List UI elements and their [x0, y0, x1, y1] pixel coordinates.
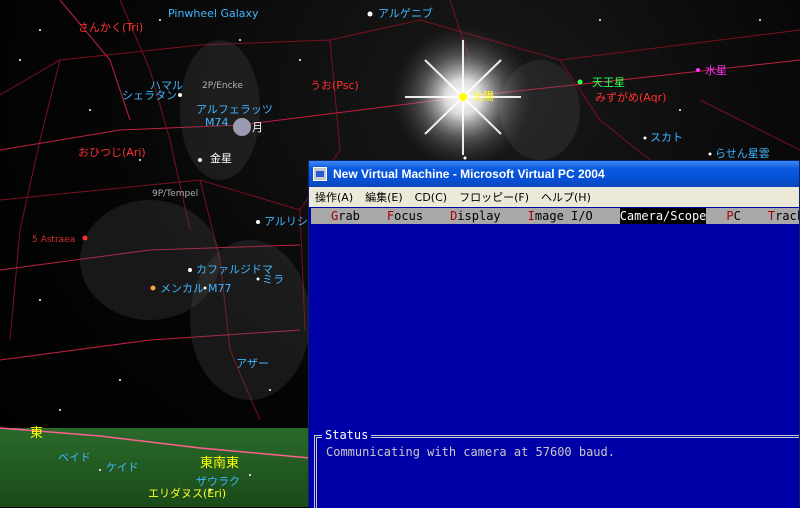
mercury-label: 水星: [705, 64, 727, 77]
menu-cd[interactable]: CD(C): [409, 191, 453, 204]
menkar-label: メンカル: [160, 282, 204, 295]
constellation-triangulum: さんかく(Tri): [78, 21, 144, 34]
status-title: Status: [322, 428, 372, 442]
m77-label: M77: [208, 282, 232, 295]
moon-disc: [233, 118, 251, 136]
dos-menu-grab[interactable]: Grab: [311, 208, 367, 224]
window-titlebar[interactable]: New Virtual Machine - Microsoft Virtual …: [309, 161, 799, 187]
pinwheel-galaxy-label: Pinwheel Galaxy: [168, 7, 259, 20]
alpheratz-label: アルフェラッツ: [196, 103, 273, 116]
constellation-aries: おひつじ(Ari): [78, 146, 146, 159]
virtual-pc-window[interactable]: New Virtual Machine - Microsoft Virtual …: [308, 160, 800, 508]
venus-label: 金星: [210, 152, 232, 165]
menu-edit[interactable]: 編集(E): [359, 189, 409, 205]
dos-menu-focus[interactable]: Focus: [367, 208, 430, 224]
sheratan-label: シェラタン: [122, 89, 177, 102]
virtual-pc-icon[interactable]: [313, 167, 327, 181]
dos-menu-tracking[interactable]: Tracking: [748, 208, 799, 224]
dos-menu-image-io[interactable]: Image I/O: [508, 208, 600, 224]
dos-menu-camera-scope[interactable]: Camera/Scope: [619, 208, 707, 224]
direction-ese: 東南東: [200, 456, 240, 471]
asteroid-astraea-label: 5 Astraea: [32, 235, 76, 245]
direction-east: 東: [30, 426, 44, 441]
status-message: Communicating with camera at 57600 baud.: [326, 445, 615, 459]
azha-label: アザー: [236, 357, 269, 370]
menu-action[interactable]: 操作(A): [309, 189, 359, 205]
menu-bar: 操作(A) 編集(E) CD(C) フロッピー(F) ヘルプ(H): [309, 187, 799, 207]
constellation-eridanus: エリダヌス(Eri): [148, 487, 227, 500]
sun-glow: [393, 27, 533, 167]
menu-floppy[interactable]: フロッピー(F): [453, 189, 535, 205]
vm-screen[interactable]: Grab Focus Display Image I/O Camera/Scop…: [309, 207, 799, 508]
scheat-label: スカト: [650, 131, 683, 144]
m74-label: M74: [205, 116, 229, 129]
beid-label: ベイド: [58, 451, 91, 464]
helix-nebula-label: らせん星雲: [715, 147, 770, 160]
algenib-label: アルゲニブ: [378, 7, 433, 20]
sun-label: 太陽: [472, 90, 494, 103]
dos-menu-pc[interactable]: PC: [706, 208, 747, 224]
uranus-label: 天王星: [592, 76, 625, 89]
status-panel: Status Communicating with camera at 5760…: [314, 428, 799, 508]
mira-label: ミラ: [262, 273, 284, 286]
menu-help[interactable]: ヘルプ(H): [535, 189, 597, 205]
constellation-aquarius: みずがめ(Aqr): [595, 91, 667, 104]
comet-encke-label: 2P/Encke: [202, 81, 243, 91]
comet-tempel-label: 9P/Tempel: [152, 189, 199, 199]
dos-menu-bar: Grab Focus Display Image I/O Camera/Scop…: [311, 208, 799, 224]
dos-menu-display[interactable]: Display: [430, 208, 508, 224]
moon-label: 月: [252, 121, 263, 134]
window-title: New Virtual Machine - Microsoft Virtual …: [333, 167, 605, 181]
keid-label: ケイド: [106, 461, 139, 474]
constellation-pisces: うお(Psc): [310, 79, 359, 92]
